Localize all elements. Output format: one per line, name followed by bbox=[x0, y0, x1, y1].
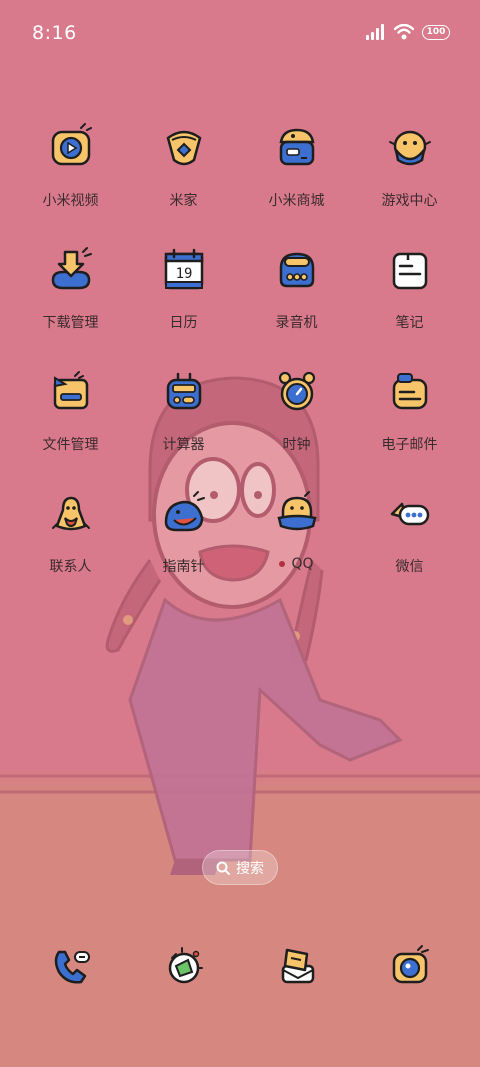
app-label: 小米视频 bbox=[42, 193, 99, 209]
app-label: 时钟 bbox=[282, 437, 311, 453]
status-icons: 100 bbox=[366, 24, 450, 40]
app-label: 日历 bbox=[169, 315, 198, 331]
app-label: 微信 bbox=[395, 559, 424, 575]
app-label: 录音机 bbox=[275, 315, 318, 331]
dock-camera[interactable] bbox=[353, 936, 466, 996]
app-wechat[interactable]: 微信 bbox=[353, 484, 466, 606]
app-label: 游戏中心 bbox=[381, 193, 438, 209]
dock-phone[interactable] bbox=[14, 936, 127, 996]
email-icon bbox=[380, 362, 440, 422]
app-label: 指南针 bbox=[162, 559, 205, 575]
wechat-icon bbox=[380, 484, 440, 544]
dock-messages[interactable] bbox=[240, 936, 353, 996]
calculator-icon bbox=[154, 362, 214, 422]
notification-dot bbox=[279, 561, 286, 567]
app-email[interactable]: 电子邮件 bbox=[353, 362, 466, 484]
app-label: 电子邮件 bbox=[381, 437, 438, 453]
app-compass[interactable]: 指南针 bbox=[127, 484, 240, 606]
app-contacts[interactable]: 联系人 bbox=[14, 484, 127, 606]
app-recorder[interactable]: 录音机 bbox=[240, 240, 353, 362]
app-downloads[interactable]: 下载管理 bbox=[14, 240, 127, 362]
app-label: QQ bbox=[279, 556, 314, 572]
recorder-icon bbox=[267, 240, 327, 300]
app-qq[interactable]: QQ bbox=[240, 484, 353, 606]
qq-icon bbox=[267, 484, 327, 544]
game-center-icon bbox=[380, 118, 440, 178]
compass-icon bbox=[154, 484, 214, 544]
battery-level: 100 bbox=[426, 26, 446, 37]
app-label: 笔记 bbox=[395, 315, 424, 331]
search-button[interactable]: 搜索 bbox=[202, 850, 278, 885]
app-label: 小米商城 bbox=[268, 193, 325, 209]
dock bbox=[14, 936, 466, 996]
download-icon bbox=[41, 240, 101, 300]
messages-icon bbox=[267, 936, 327, 996]
clock-icon bbox=[267, 362, 327, 422]
search-icon bbox=[216, 861, 230, 875]
app-mijia[interactable]: 米家 bbox=[127, 118, 240, 240]
app-notes[interactable]: 笔记 bbox=[353, 240, 466, 362]
wifi-icon bbox=[394, 24, 414, 40]
app-label: 计算器 bbox=[162, 437, 205, 453]
app-clock[interactable]: 时钟 bbox=[240, 362, 353, 484]
contacts-icon bbox=[41, 484, 101, 544]
status-bar: 8:16 100 bbox=[0, 0, 480, 66]
calendar-icon: 19 bbox=[154, 240, 214, 300]
notes-icon bbox=[380, 240, 440, 300]
store-icon bbox=[267, 118, 327, 178]
app-label: 下载管理 bbox=[42, 315, 99, 331]
app-label: 米家 bbox=[169, 193, 198, 209]
calendar-day: 19 bbox=[175, 266, 192, 282]
app-mi-video[interactable]: 小米视频 bbox=[14, 118, 127, 240]
app-calendar[interactable]: 19 日历 bbox=[127, 240, 240, 362]
app-mi-store[interactable]: 小米商城 bbox=[240, 118, 353, 240]
mijia-icon bbox=[154, 118, 214, 178]
phone-icon bbox=[41, 936, 101, 996]
app-calculator[interactable]: 计算器 bbox=[127, 362, 240, 484]
app-game-center[interactable]: 游戏中心 bbox=[353, 118, 466, 240]
file-manager-icon bbox=[41, 362, 101, 422]
video-icon bbox=[41, 118, 101, 178]
browser-icon bbox=[154, 936, 214, 996]
battery-indicator: 100 bbox=[422, 24, 450, 40]
app-label: 联系人 bbox=[49, 559, 92, 575]
dock-browser[interactable] bbox=[127, 936, 240, 996]
status-time: 8:16 bbox=[32, 22, 77, 44]
app-file-manager[interactable]: 文件管理 bbox=[14, 362, 127, 484]
app-label: 文件管理 bbox=[42, 437, 99, 453]
camera-icon bbox=[380, 936, 440, 996]
signal-icon bbox=[366, 24, 384, 40]
app-grid: 小米视频 米家 小米商城 游戏中心 下载管理 19 日历 录音机 笔记 文件管理… bbox=[14, 118, 466, 606]
search-label: 搜索 bbox=[236, 860, 264, 877]
